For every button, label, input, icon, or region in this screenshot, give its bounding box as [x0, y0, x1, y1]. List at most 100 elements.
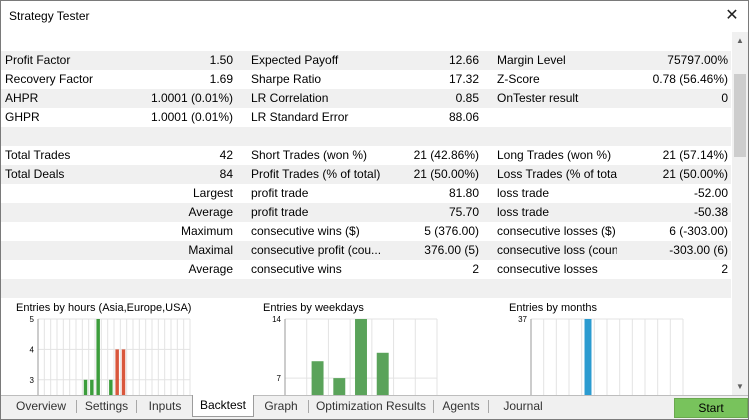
- tab-journal[interactable]: Journal: [495, 396, 551, 416]
- chart-bar: [376, 352, 389, 395]
- stat-value: 21 (50.00%): [662, 167, 728, 181]
- stats-row: [1, 127, 731, 146]
- chart-title: Entries by weekdays: [263, 302, 364, 314]
- chart-bar: [333, 378, 346, 395]
- stat-label: Sharpe Ratio: [251, 72, 322, 86]
- stat-label: LR Standard Error: [251, 110, 349, 124]
- stat-value: -52.00: [693, 186, 728, 200]
- chart-bar: [355, 319, 367, 395]
- chart-bar: [90, 379, 94, 395]
- stat-value: 2: [472, 262, 479, 276]
- stat-label: consecutive losses: [497, 262, 598, 276]
- chart-bar: [311, 361, 324, 395]
- window-title: Strategy Tester: [9, 9, 90, 23]
- start-button[interactable]: Start: [674, 398, 748, 418]
- stat-value: 6 (-303.00): [669, 224, 728, 238]
- tab-overview[interactable]: Overview: [7, 396, 75, 416]
- stats-row: AHPR 1.0001 (0.01%) LR Correlation 0.85 OnTe…: [1, 89, 731, 108]
- vertical-scrollbar[interactable]: ▲ ▼: [732, 32, 748, 395]
- stat-label: Long Trades (won %): [497, 148, 612, 162]
- stat-label: profit trade: [251, 205, 309, 219]
- stat-value: 1.50: [209, 53, 233, 67]
- stat-value: 0.78 (56.46%): [652, 72, 728, 86]
- y-tick-label: 7: [277, 374, 282, 383]
- title-bar: Strategy Tester ✕: [1, 1, 748, 32]
- scroll-thumb[interactable]: [734, 74, 746, 157]
- scroll-down-icon[interactable]: ▼: [732, 378, 748, 395]
- tab-settings[interactable]: Settings: [78, 396, 135, 416]
- chart-title: Entries by hours (Asia,Europe,USA): [16, 302, 192, 314]
- stats-row: Maximum consecutive wins ($) 5 (376.00) con…: [1, 222, 731, 241]
- stat-value: -303.00 (6): [669, 243, 728, 257]
- tab-optimization-results[interactable]: Optimization Results: [310, 396, 432, 416]
- stat-label: loss trade: [497, 186, 550, 200]
- stat-value: Maximum: [180, 224, 233, 238]
- stats-row: Recovery Factor 1.69 Sharpe Ratio 17.32 Z-Sc…: [1, 70, 731, 89]
- tab-separator: [76, 400, 77, 413]
- stat-value: 21 (57.14%): [662, 148, 728, 162]
- stat-value: 12.66: [448, 53, 479, 67]
- stat-value: 376.00 (5): [424, 243, 479, 257]
- stats-row: Total Trades 42 Short Trades (won %) 21 (42…: [1, 146, 731, 165]
- stats-row: Total Deals 84 Profit Trades (% of total) 2…: [1, 165, 731, 184]
- tab-graph[interactable]: Graph: [255, 396, 307, 416]
- stat-label: Expected Payoff: [251, 53, 339, 67]
- stat-label: consecutive loss (count): [497, 243, 617, 257]
- chart-bar: [584, 319, 592, 395]
- stat-value: 75.70: [448, 205, 479, 219]
- stat-value: 88.06: [448, 110, 479, 124]
- stat-label: LR Correlation: [251, 91, 329, 105]
- strategy-tester-window: Strategy Tester ✕ Profit Factor 1.50 Expec…: [0, 0, 749, 420]
- tab-separator: [488, 400, 489, 413]
- stat-value: 75797.00%: [667, 53, 728, 67]
- y-tick-label: 5: [30, 315, 35, 324]
- stat-value: 1.0001 (0.01%): [150, 110, 233, 124]
- backtest-report: Profit Factor 1.50 Expected Payoff 12.66 Mar…: [1, 32, 731, 395]
- tab-separator: [136, 400, 137, 413]
- stat-value: 1.69: [209, 72, 233, 86]
- stat-label: Z-Score: [497, 72, 540, 86]
- y-tick-label: 37: [518, 315, 527, 324]
- stat-label: consecutive wins: [251, 262, 342, 276]
- chart-bar: [96, 319, 100, 395]
- chart-bar: [83, 379, 88, 395]
- tab-separator: [308, 400, 309, 413]
- stat-label: Loss Trades (% of total): [497, 167, 617, 181]
- stats-row: Average profit trade 75.70 loss trade -50.38: [1, 203, 731, 222]
- tab-bar: Start Overview Settings Inputs Backtest Grap…: [1, 395, 748, 419]
- chart-panel: 5 4 3 Entries by hours (Asia,Europe,USA): [5, 297, 205, 395]
- stat-value: Maximal: [188, 243, 233, 257]
- stat-label: consecutive losses ($): [497, 224, 616, 238]
- stat-value: -50.38: [693, 205, 728, 219]
- chart-bar: [109, 379, 113, 395]
- tab-agents[interactable]: Agents: [435, 396, 487, 416]
- stats-row: [1, 279, 731, 298]
- stat-value: 1.0001 (0.01%): [150, 91, 233, 105]
- stat-value: 81.80: [448, 186, 479, 200]
- chart-bar: [115, 349, 119, 395]
- scroll-up-icon[interactable]: ▲: [732, 32, 748, 49]
- stat-value: 2: [721, 262, 728, 276]
- stat-label: OnTester result: [497, 91, 579, 105]
- stat-value: 21 (50.00%): [413, 167, 479, 181]
- stat-value: 0.85: [455, 91, 479, 105]
- stat-label: consecutive profit (cou...: [251, 243, 382, 257]
- close-icon[interactable]: ✕: [723, 7, 741, 25]
- tab-backtest[interactable]: Backtest: [192, 395, 254, 417]
- stat-value: 5 (376.00): [424, 224, 479, 238]
- stat-label: Margin Level: [497, 53, 566, 67]
- stat-value: 0: [721, 91, 728, 105]
- tab-inputs[interactable]: Inputs: [141, 396, 189, 416]
- tab-separator: [433, 400, 434, 413]
- stat-label: Short Trades (won %): [251, 148, 368, 162]
- chart-title: Entries by months: [509, 302, 598, 314]
- stat-label: profit trade: [251, 186, 309, 200]
- stat-value: 17.32: [448, 72, 479, 86]
- chart-bar: [121, 349, 126, 395]
- stats-row: Largest profit trade 81.80 loss trade -52.00: [1, 184, 731, 203]
- stats-row: GHPR 1.0001 (0.01%) LR Standard Error 88.06: [1, 108, 731, 127]
- stat-label: Profit Trades (% of total): [251, 167, 381, 181]
- stat-value: Average: [188, 262, 233, 276]
- stats-row: Profit Factor 1.50 Expected Payoff 12.66 Mar…: [1, 51, 731, 70]
- y-tick-label: 4: [30, 345, 35, 354]
